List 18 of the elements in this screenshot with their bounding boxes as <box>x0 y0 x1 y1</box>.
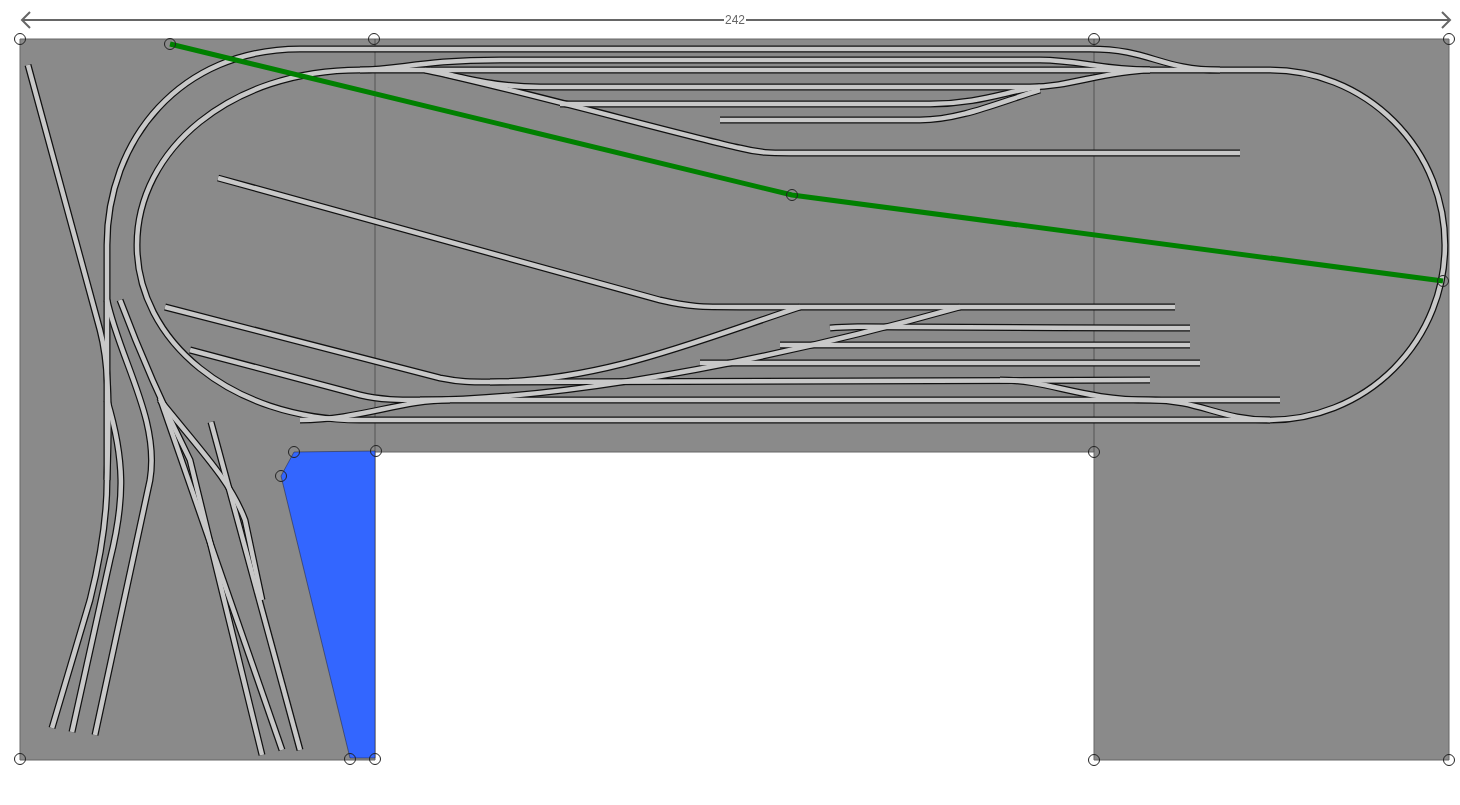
vertex-handle[interactable] <box>369 753 381 765</box>
route-line[interactable] <box>169 41 1444 284</box>
dimension-label: 242 <box>724 13 747 27</box>
vertex-handle[interactable] <box>14 753 26 765</box>
vertex-handle[interactable] <box>786 189 798 201</box>
vertex-handle[interactable] <box>164 38 176 50</box>
vertex-handle[interactable] <box>288 446 300 458</box>
vertex-handle[interactable] <box>368 33 380 45</box>
vertex-handle[interactable] <box>1437 275 1449 287</box>
vertex-handle[interactable] <box>1443 33 1455 45</box>
vertex-handle[interactable] <box>275 470 287 482</box>
vertex-handle[interactable] <box>14 33 26 45</box>
vertex-handle[interactable] <box>1088 446 1100 458</box>
vertex-handle[interactable] <box>1088 33 1100 45</box>
vertex-handle[interactable] <box>1443 754 1455 766</box>
vertex-handle[interactable] <box>1088 754 1100 766</box>
vertex-handle[interactable] <box>370 445 382 457</box>
vertex-handle[interactable] <box>344 753 356 765</box>
